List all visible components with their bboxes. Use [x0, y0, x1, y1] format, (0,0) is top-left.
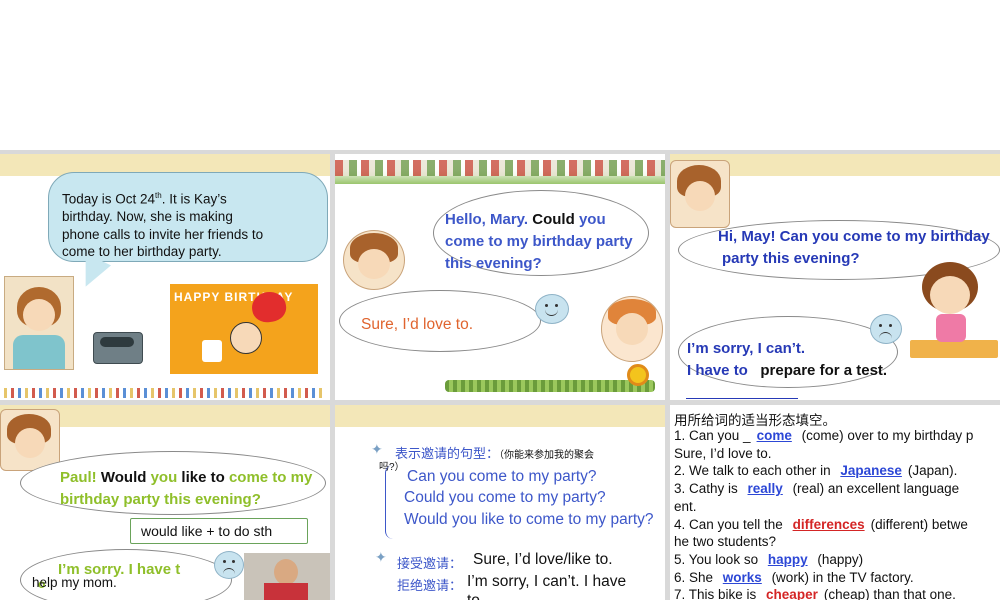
exercise-answer: Japanese	[840, 463, 902, 479]
exercise-hint: (Japan).	[907, 463, 958, 479]
invite-heading: 表示邀请的句型：（你能来参加我的聚会	[395, 446, 595, 461]
exercise-item: 4. Can you tell the differences (differen…	[674, 516, 1000, 534]
exercise-answer: differences	[792, 516, 865, 532]
slide-3[interactable]: Hi, May! Can you come to my birthday par…	[670, 154, 1000, 400]
exercise-answer: really	[747, 481, 783, 497]
sad-face-icon	[214, 551, 244, 579]
grass-strip	[445, 380, 655, 392]
exercise-title: 用所给词的适当形态填空。	[674, 413, 836, 428]
boy-photo	[244, 553, 330, 600]
exercise-item: ent.	[674, 498, 1000, 516]
refuse-text-cont: to...	[467, 592, 493, 600]
invite-sentence-1: Can you come to my party?	[407, 468, 597, 485]
exercise-hint: (come) over to my birthday p	[797, 428, 974, 443]
exercise-hint: (cheap) than that one.	[823, 587, 956, 600]
answer-text: Sure, I’d love to.	[361, 316, 474, 333]
exercise-hint: (happy)	[813, 551, 864, 567]
exercise-prompt: 4. Can you tell the	[674, 516, 787, 532]
sparkle-icon: ✦	[375, 549, 387, 565]
exercise-item: 3. Cathy is really (real) an excellent l…	[674, 480, 1000, 498]
exercise-answer: happy	[767, 551, 808, 567]
girl-at-desk-image	[910, 262, 998, 382]
question-text: Hello, Mary. Could you come to my birthd…	[445, 211, 633, 272]
question-text: Paul! Would you like to come to my birth…	[60, 469, 313, 508]
exercise-answer: cheaper	[766, 587, 818, 600]
intro-text: Today is Oct 24th. It is Kay’s birthday.…	[62, 191, 264, 259]
exercise-prompt: ent.	[674, 498, 697, 514]
exercise-item: 5. You look so happy (happy)	[674, 551, 1000, 569]
invite-sentence-3: Would you like to come to my party?	[404, 511, 654, 528]
exercise-list: 1. Can you _ come (come) over to my birth…	[674, 427, 1000, 600]
village-houses	[335, 160, 665, 176]
refuse-label: 拒绝邀请：	[397, 578, 463, 593]
slide-4[interactable]: Paul! Would you like to come to my birth…	[0, 405, 330, 600]
pattern-text: would like + to do sth	[141, 523, 273, 539]
answer-line2: help my mom.	[32, 575, 117, 590]
exercise-prompt: he two students?	[674, 534, 777, 550]
exercise-item: 6. She works (work) in the TV factory.	[674, 569, 1000, 587]
accept-label: 接受邀请：	[397, 556, 463, 571]
exercise-hint: (real) an excellent language	[788, 481, 960, 497]
slide-1[interactable]: Today is Oct 24th. It is Kay’s birthday.…	[0, 154, 330, 400]
slide-5[interactable]: ✦ 表示邀请的句型：（你能来参加我的聚会 吗?） Can you come to…	[335, 405, 665, 600]
accept-text: Sure, I’d love/like to.	[473, 551, 613, 568]
exercise-prompt: 3. Cathy is	[674, 481, 742, 497]
girl-on-phone-avatar	[0, 409, 60, 471]
exercise-prompt: 2. We talk to each other in	[674, 463, 835, 479]
exercise-hint: (work) in the TV factory.	[767, 569, 914, 585]
exercise-prompt: Sure, I’d love to.	[674, 445, 772, 461]
brace	[385, 465, 394, 539]
slide-6[interactable]: 用所给词的适当形态填空。 1. Can you _ come (come) ove…	[670, 405, 1000, 600]
exercise-hint: (different) betwe	[870, 516, 968, 532]
exercise-answer: come	[756, 428, 792, 443]
girl-answering-avatar	[601, 296, 663, 362]
answer-underline	[686, 398, 798, 399]
telephone-icon	[93, 332, 143, 364]
exercise-item: he two students?	[674, 533, 1000, 551]
exercise-prompt: 6. She	[674, 569, 717, 585]
slide-header-bar	[335, 405, 665, 427]
girl-avatar-icon	[4, 276, 74, 370]
slide-grid: Today is Oct 24th. It is Kay’s birthday.…	[0, 150, 1000, 600]
exercise-item: 7. This bike is cheaper (cheap) than that…	[674, 586, 1000, 600]
exercise-item: 2. We talk to each other in Japanese (Jap…	[674, 462, 1000, 480]
exercise-answer: works	[722, 569, 762, 585]
refuse-text: I’m sorry, I can’t. I have	[467, 573, 627, 590]
exercise-item: Sure, I’d love to.	[674, 445, 1000, 463]
exercise-prompt: 7. This bike is	[674, 587, 761, 600]
flower-icon	[627, 364, 649, 386]
exercise-prompt: 1. Can you _	[674, 428, 751, 443]
slide-2[interactable]: Hello, Mary. Could you come to my birthd…	[335, 154, 665, 400]
girl-on-phone-avatar	[343, 230, 405, 290]
decorative-border-strip	[4, 388, 326, 398]
exercise-item: 1. Can you _ come (come) over to my birth…	[674, 427, 1000, 445]
birthday-card-image: HAPPY BIRTHDAY	[170, 284, 318, 374]
exercise-prompt: 5. You look so	[674, 551, 762, 567]
answer-text: I’m sorry, I can’t. I have to prepare fo…	[687, 340, 888, 379]
smiley-icon	[535, 294, 569, 324]
sparkle-icon: ✦	[371, 441, 383, 457]
pattern-box: would like + to do sth	[130, 518, 308, 544]
invite-sentence-2: Could you come to my party?	[404, 489, 606, 506]
girl-on-phone-avatar	[670, 160, 730, 228]
